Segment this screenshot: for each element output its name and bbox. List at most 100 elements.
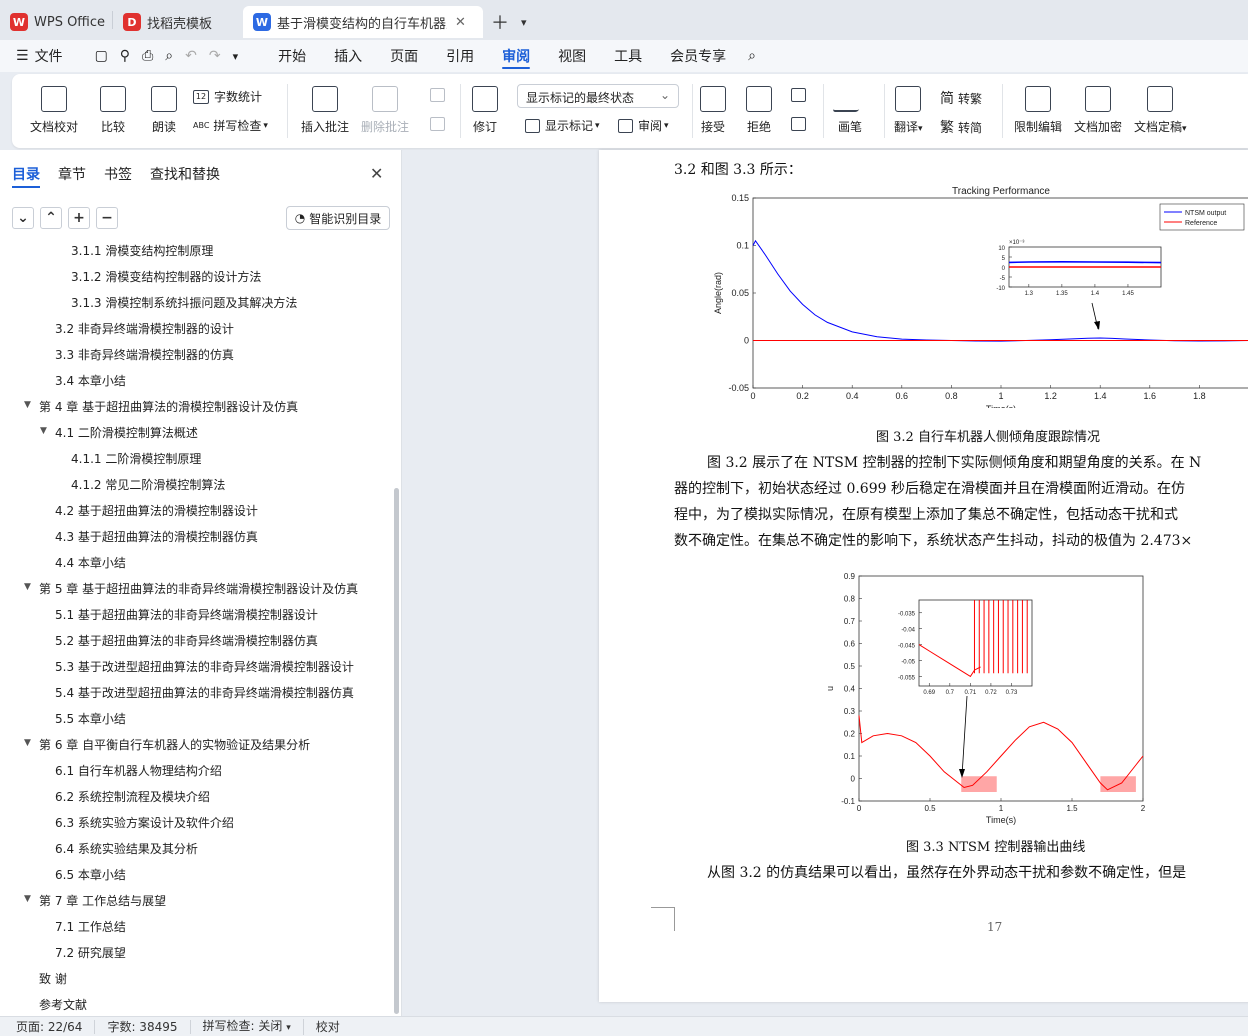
accept-button[interactable]: 接受 <box>700 86 726 135</box>
revise-button[interactable]: 修订 <box>472 86 498 135</box>
toc-item[interactable]: 3.1.1 滑模变结构控制原理 <box>71 242 213 259</box>
markup-state-dropdown[interactable]: 显示标记的最终状态 ⌄ <box>517 84 679 108</box>
translate-button[interactable]: 翻译▾ <box>894 86 923 135</box>
toc-item[interactable]: 第 6 章 自平衡自行车机器人的实物验证及结果分析 <box>39 736 310 753</box>
insert-comment-button[interactable]: 插入批注 <box>301 86 349 135</box>
toc-item[interactable]: 5.5 本章小结 <box>55 710 126 727</box>
toc-item[interactable]: 致 谢 <box>39 970 67 987</box>
review-ribbon: 文档校对 比较 朗读 12 字数统计 ABC 拼写检查 ▾ 插入批注 删除批注 修订 … <box>12 74 1248 148</box>
menu-tools[interactable]: 工具 <box>600 40 656 72</box>
tab-find-replace[interactable]: 查找和替换 <box>150 164 220 184</box>
toc-item[interactable]: 4.1.2 常见二阶滑模控制算法 <box>71 476 225 493</box>
preview-icon[interactable]: ⌕ <box>159 40 179 72</box>
proofread-status[interactable]: 校对 <box>304 1020 352 1034</box>
prev-comment-button[interactable] <box>430 88 450 102</box>
toc-item[interactable]: 5.1 基于超扭曲算法的非奇异终端滑模控制器设计 <box>55 606 318 623</box>
read-aloud-button[interactable]: 朗读 <box>151 86 177 135</box>
toc-item[interactable]: 第 7 章 工作总结与展望 <box>39 892 166 909</box>
tab-bookmarks[interactable]: 书签 <box>104 164 132 184</box>
share-icon[interactable]: ⚲ <box>114 40 136 72</box>
search-icon[interactable]: ⌕ <box>740 40 764 72</box>
expand-down-icon[interactable]: ⌄ <box>12 207 34 229</box>
close-icon[interactable]: ✕ <box>455 15 466 30</box>
pen-button[interactable]: 画笔 <box>832 86 868 135</box>
word-count-indicator[interactable]: 字数: 38495 <box>95 1019 191 1034</box>
toc-item[interactable]: 5.3 基于改进型超扭曲算法的非奇异终端滑模控制器设计 <box>55 658 354 675</box>
toc-item[interactable]: 参考文献 <box>39 996 87 1013</box>
toc-item[interactable]: 4.2 基于超扭曲算法的滑模控制器设计 <box>55 502 258 519</box>
toc-item[interactable]: 第 4 章 基于超扭曲算法的滑模控制器设计及仿真 <box>39 398 298 415</box>
toc-item[interactable]: 4.1 二阶滑模控制算法概述 <box>55 424 198 441</box>
toc-item[interactable]: 4.4 本章小结 <box>55 554 126 571</box>
toc-item[interactable]: 3.4 本章小结 <box>55 372 126 389</box>
tab-wps-office[interactable]: W WPS Office <box>0 6 112 38</box>
close-icon[interactable]: ✕ <box>370 164 383 183</box>
page-indicator[interactable]: 页面: 22/64 <box>0 1019 96 1034</box>
finalize-button[interactable]: 文档定稿▾ <box>1134 86 1187 135</box>
redo-icon[interactable]: ↷ <box>203 40 227 72</box>
show-markup-button[interactable]: 显示标记 ▾ <box>525 117 600 134</box>
collapse-up-icon[interactable]: ⌃ <box>40 207 62 229</box>
smart-toc-button[interactable]: ◔ 智能识别目录 <box>286 206 390 230</box>
toc-scrollbar[interactable] <box>394 488 399 1014</box>
more-chevron-icon[interactable]: ▾ <box>227 40 245 72</box>
expand-arrow-icon[interactable]: ▼ <box>24 400 31 410</box>
encrypt-button[interactable]: 文档加密 <box>1074 86 1122 135</box>
toc-item[interactable]: 5.2 基于超扭曲算法的非奇异终端滑模控制器仿真 <box>55 632 318 649</box>
prev-change-button[interactable] <box>791 88 811 102</box>
toc-item[interactable]: 7.2 研究展望 <box>55 944 126 961</box>
menu-member[interactable]: 会员专享 <box>656 40 740 72</box>
file-menu[interactable]: ☰ 文件 <box>0 40 77 72</box>
tab-toc[interactable]: 目录 <box>12 164 40 184</box>
toc-item[interactable]: 6.2 系统控制流程及模块介绍 <box>55 788 210 805</box>
menu-review[interactable]: 审阅 <box>488 40 544 72</box>
menu-page[interactable]: 页面 <box>376 40 432 72</box>
to-traditional-button[interactable]: 简转繁 <box>940 88 982 108</box>
expand-arrow-icon[interactable]: ▼ <box>24 582 31 592</box>
toc-item[interactable]: 6.1 自行车机器人物理结构介绍 <box>55 762 222 779</box>
new-tab-button[interactable]: ＋ <box>483 6 517 38</box>
toc-item[interactable]: 6.3 系统实验方案设计及软件介绍 <box>55 814 234 831</box>
toc-item[interactable]: 3.2 非奇异终端滑模控制器的设计 <box>55 320 234 337</box>
document-page[interactable]: 3.2 和图 3.3 所示： Tracking Performance 0 0.2 0… <box>599 150 1248 1002</box>
chevron-down-icon[interactable]: ▾ <box>517 6 531 38</box>
compare-button[interactable]: 比较 <box>100 86 126 135</box>
save-icon[interactable]: ▢ <box>89 40 114 72</box>
menu-references[interactable]: 引用 <box>432 40 488 72</box>
doc-check-button[interactable]: 文档校对 <box>30 86 78 135</box>
remove-icon[interactable]: − <box>96 207 118 229</box>
expand-arrow-icon[interactable]: ▼ <box>24 894 31 904</box>
expand-arrow-icon[interactable]: ▼ <box>40 426 47 436</box>
menu-home[interactable]: 开始 <box>264 40 320 72</box>
menu-insert[interactable]: 插入 <box>320 40 376 72</box>
word-count-button[interactable]: 12 字数统计 <box>193 88 262 105</box>
toc-item[interactable]: 5.4 基于改进型超扭曲算法的非奇异终端滑模控制器仿真 <box>55 684 354 701</box>
print-icon[interactable]: ⎙ <box>136 40 159 72</box>
spell-check-button[interactable]: ABC 拼写检查 ▾ <box>193 117 268 134</box>
tab-document[interactable]: W 基于滑模变结构的自行车机器人 ✕ <box>243 6 483 38</box>
menu-view[interactable]: 视图 <box>544 40 600 72</box>
spell-check-status[interactable]: 拼写检查: 关闭 ▾ <box>191 1018 304 1035</box>
toc-item[interactable]: 3.1.2 滑模变结构控制器的设计方法 <box>71 268 261 285</box>
toc-item[interactable]: 7.1 工作总结 <box>55 918 126 935</box>
reject-button[interactable]: 拒绝 <box>746 86 772 135</box>
next-comment-button[interactable] <box>430 117 450 131</box>
add-icon[interactable]: + <box>68 207 90 229</box>
restrict-edit-button[interactable]: 限制编辑 <box>1014 86 1062 135</box>
toc-item[interactable]: 3.1.3 滑模控制系统抖振问题及其解决方法 <box>71 294 297 311</box>
toc-item[interactable]: 6.5 本章小结 <box>55 866 126 883</box>
review-pane-button[interactable]: 审阅 ▾ <box>618 117 669 134</box>
toc-item[interactable]: 4.1.1 二阶滑模控制原理 <box>71 450 201 467</box>
undo-icon[interactable]: ↶ <box>179 40 203 72</box>
next-change-button[interactable] <box>791 117 811 131</box>
to-simplified-button[interactable]: 繁转简 <box>940 117 982 137</box>
tab-template[interactable]: D 找稻壳模板 <box>113 6 243 38</box>
label: 显示标记 <box>545 119 594 133</box>
toc-item[interactable]: 6.4 系统实验结果及其分析 <box>55 840 198 857</box>
delete-comment-button[interactable]: 删除批注 <box>361 86 409 135</box>
expand-arrow-icon[interactable]: ▼ <box>24 738 31 748</box>
tab-chapters[interactable]: 章节 <box>58 164 86 184</box>
toc-item[interactable]: 4.3 基于超扭曲算法的滑模控制器仿真 <box>55 528 258 545</box>
toc-item[interactable]: 3.3 非奇异终端滑模控制器的仿真 <box>55 346 234 363</box>
toc-item[interactable]: 第 5 章 基于超扭曲算法的非奇异终端滑模控制器设计及仿真 <box>39 580 358 597</box>
